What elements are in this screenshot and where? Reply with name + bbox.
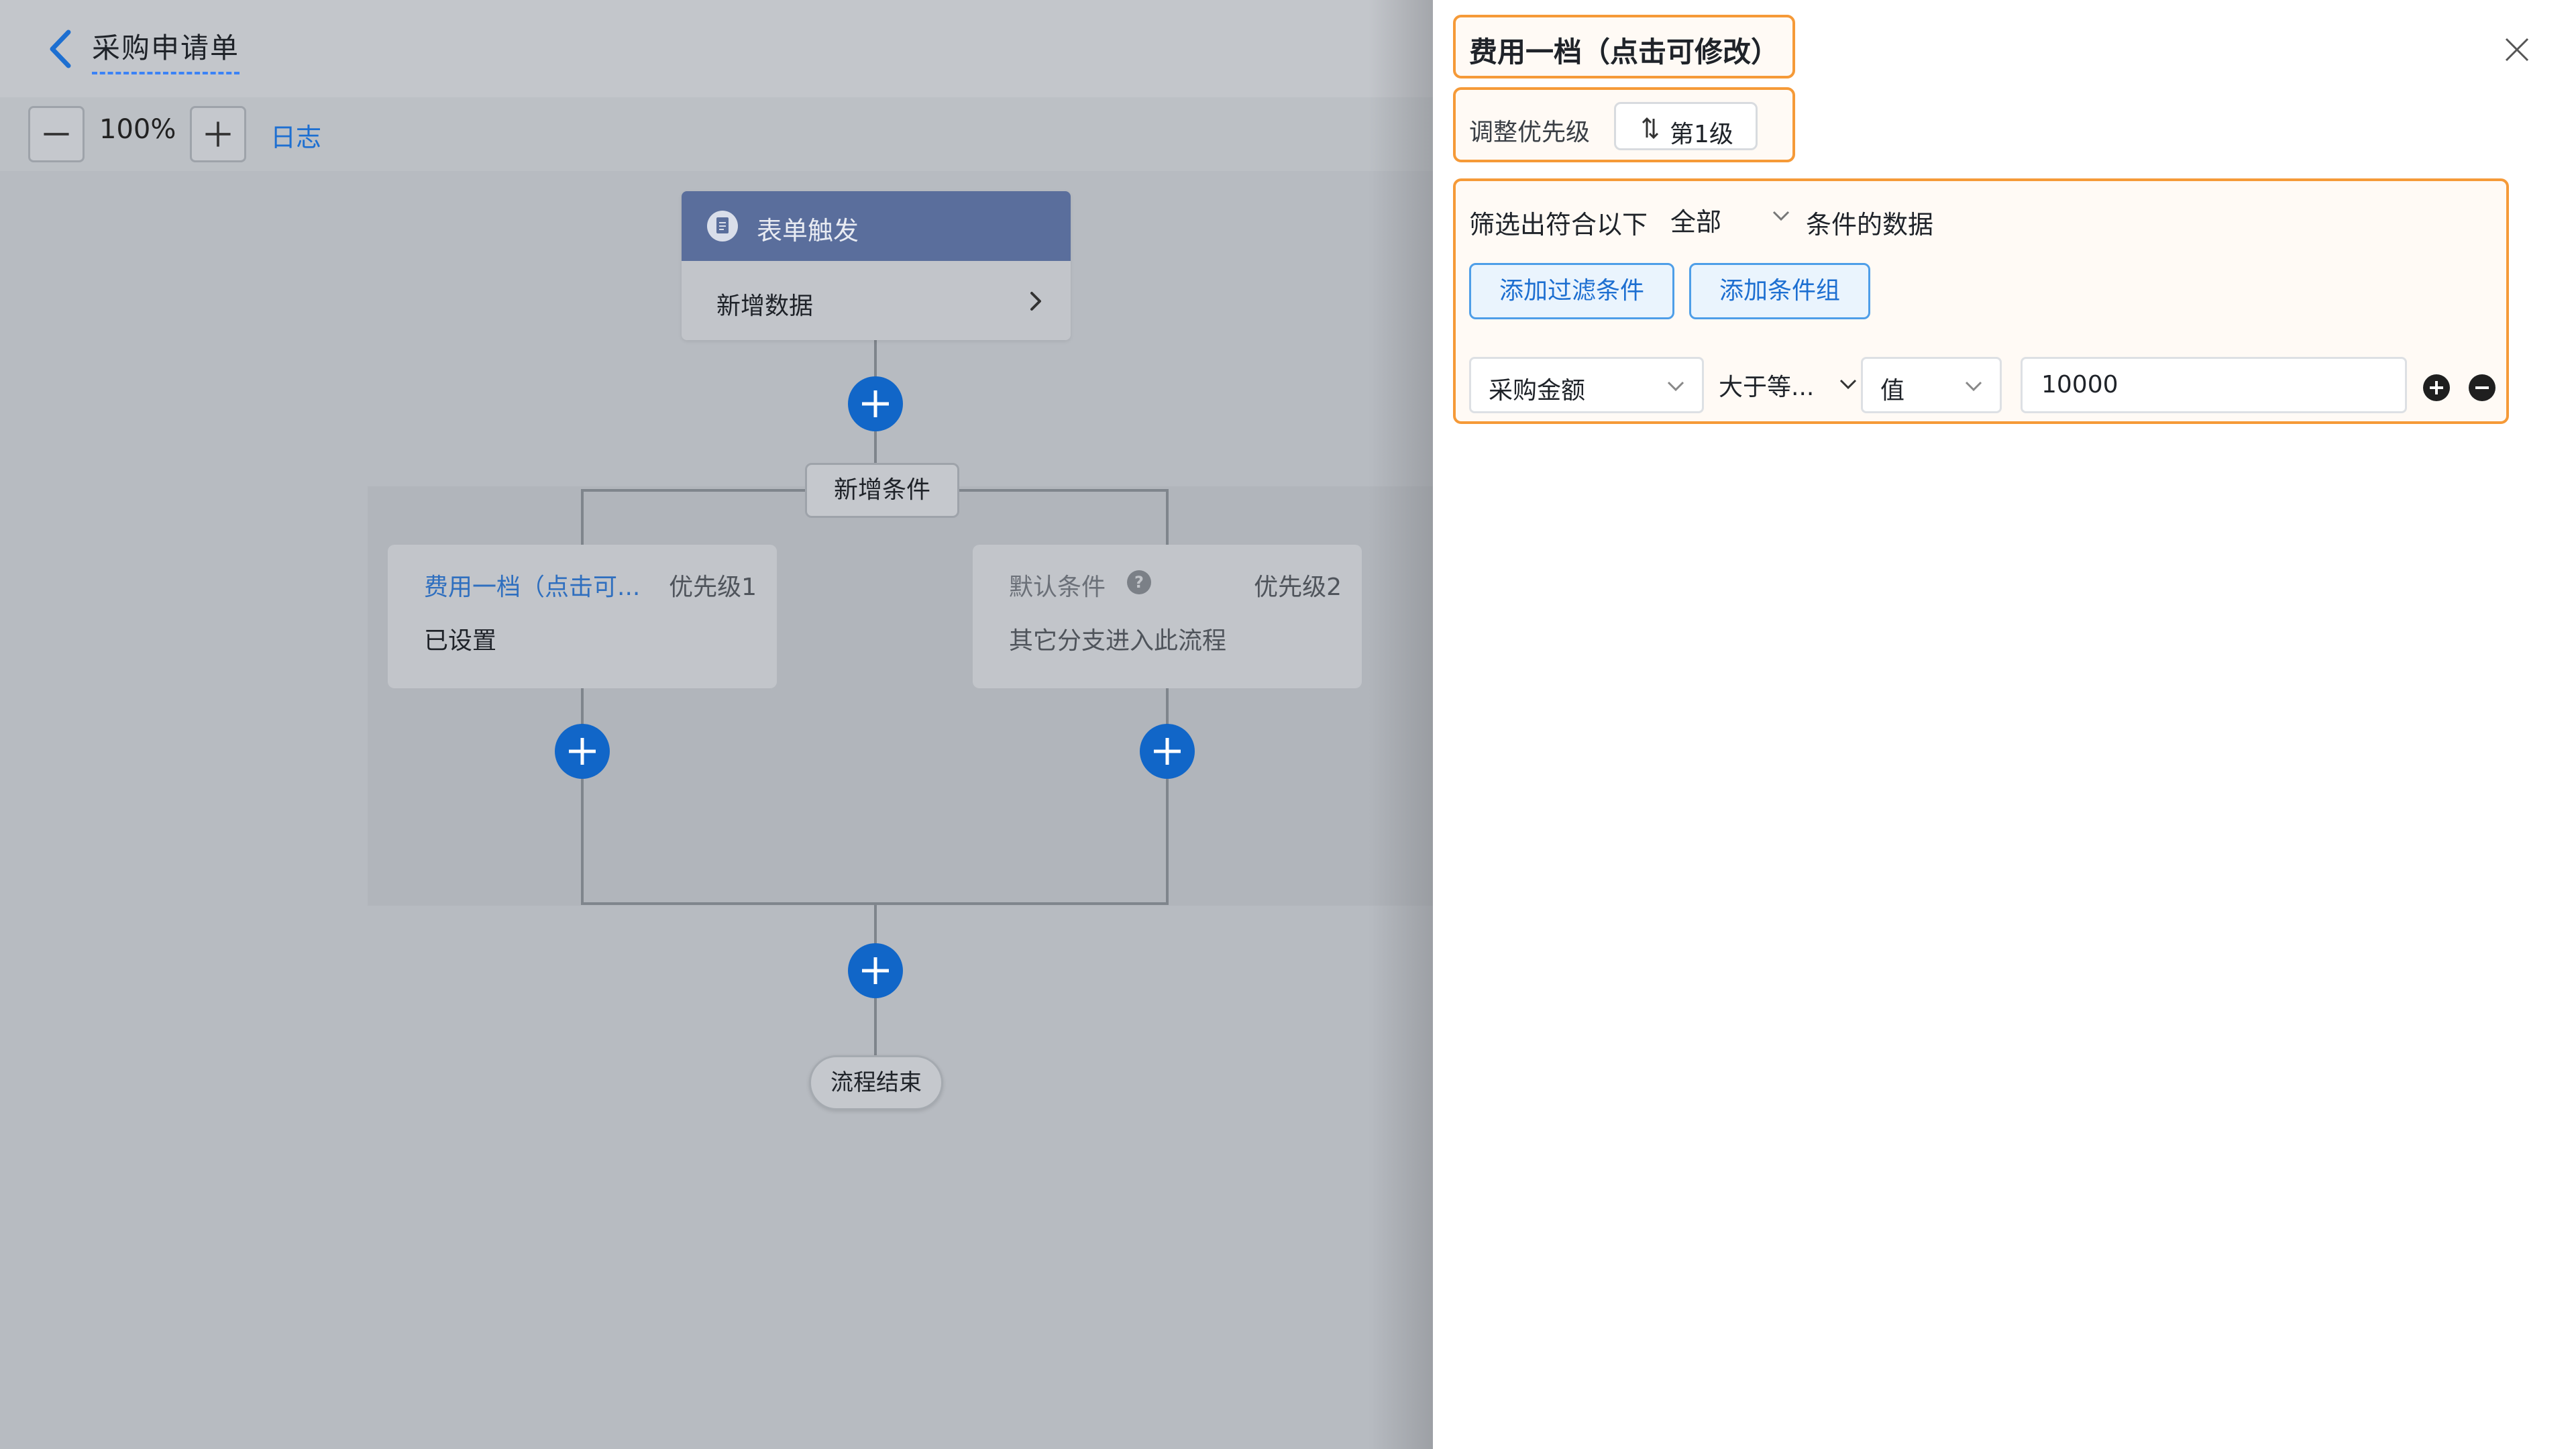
panel-shadow [1368, 0, 1433, 1449]
sort-icon [1640, 116, 1660, 140]
condition-settings-panel: 费用一档（点击可修改） 调整优先级 第1级 筛选出符合以下 全部 条件的数据 添… [1433, 0, 2576, 1449]
back-arrow-icon[interactable] [40, 25, 80, 72]
condition-value-input[interactable]: 10000 [2021, 357, 2407, 413]
svg-text:?: ? [1134, 573, 1144, 592]
add-filter-button[interactable]: 添加过滤条件 [1469, 263, 1674, 319]
priority-section: 调整优先级 第1级 [1453, 87, 1795, 162]
zoom-in-button[interactable] [190, 106, 246, 162]
flow-canvas: 采购申请单 100% 日志 表单触发 新增数据 新增条件 费用一档（点击可...… [0, 0, 1433, 1449]
branch-card-default[interactable]: 默认条件 ? 优先级2 其它分支进入此流程 [973, 545, 1362, 688]
condition-field: 采购金额 [1489, 377, 1586, 405]
chevron-down-icon[interactable] [1771, 208, 1791, 224]
help-icon[interactable]: ? [1126, 569, 1152, 596]
chevron-right-icon [1024, 288, 1048, 315]
priority-label: 调整优先级 [1469, 119, 1591, 146]
remove-circle-icon[interactable] [2467, 373, 2497, 402]
condition-field-select[interactable]: 采购金额 [1469, 357, 1704, 413]
form-title[interactable]: 采购申请单 [92, 25, 240, 74]
add-condition-button[interactable]: 新增条件 [805, 463, 959, 518]
close-icon[interactable] [2498, 31, 2536, 68]
condition-value-type-select[interactable]: 值 [1861, 357, 2002, 413]
chevron-down-icon [1964, 379, 1984, 394]
condition-value-type: 值 [1880, 377, 1905, 405]
trigger-node[interactable]: 表单触发 新增数据 [682, 191, 1071, 340]
branch-name: 默认条件 [1009, 574, 1106, 601]
trigger-action: 新增数据 [716, 292, 814, 320]
add-node-button[interactable] [1138, 722, 1196, 780]
add-node-button[interactable] [553, 722, 611, 780]
branch-priority: 优先级2 [1254, 574, 1342, 601]
chevron-down-icon[interactable] [1838, 377, 1858, 392]
add-condition-group-button[interactable]: 添加条件组 [1689, 263, 1870, 319]
header-bar: 采购申请单 [0, 0, 1433, 97]
branch-description: 其它分支进入此流程 [1009, 627, 1227, 655]
panel-title[interactable]: 费用一档（点击可修改） [1469, 30, 1779, 70]
form-icon [706, 209, 739, 243]
priority-button[interactable]: 第1级 [1614, 102, 1758, 150]
add-circle-icon[interactable] [2422, 373, 2451, 402]
filter-scope-select[interactable]: 全部 [1670, 201, 1721, 238]
log-link[interactable]: 日志 [270, 117, 321, 154]
branch-name: 费用一档（点击可... [424, 574, 641, 601]
trigger-title: 表单触发 [757, 216, 859, 246]
branch-description: 已设置 [424, 627, 497, 655]
chevron-down-icon [1666, 379, 1686, 394]
panel-title-box[interactable]: 费用一档（点击可修改） [1453, 15, 1795, 78]
flow-end-node: 流程结束 [809, 1055, 943, 1110]
add-node-button[interactable] [847, 942, 904, 1000]
add-node-button[interactable] [847, 375, 904, 433]
trigger-body: 新增数据 [682, 261, 1071, 340]
filter-suffix: 条件的数据 [1806, 210, 1934, 239]
zoom-out-button[interactable] [28, 106, 85, 162]
workflow-editor: 采购申请单 100% 日志 表单触发 新增数据 新增条件 费用一档（点击可...… [0, 0, 2576, 1449]
priority-value: 第1级 [1670, 121, 1733, 148]
filter-section: 筛选出符合以下 全部 条件的数据 添加过滤条件 添加条件组 采购金额 大于等..… [1453, 178, 2509, 424]
branch-card-priority-1[interactable]: 费用一档（点击可... 优先级1 已设置 [388, 545, 777, 688]
filter-prefix: 筛选出符合以下 [1469, 210, 1648, 239]
condition-operator-select[interactable]: 大于等... [1719, 368, 1814, 402]
trigger-header: 表单触发 [682, 191, 1071, 261]
zoom-level: 100% [99, 114, 176, 145]
branch-priority: 优先级1 [669, 574, 757, 601]
